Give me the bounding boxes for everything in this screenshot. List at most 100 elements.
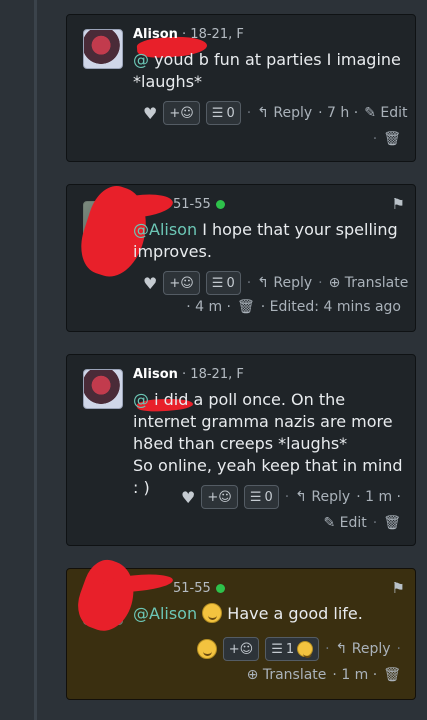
- separator: ·: [372, 515, 378, 531]
- reaction-emoji-icon: [297, 641, 314, 658]
- mention[interactable]: @Alison: [133, 220, 197, 239]
- author-name[interactable]: Alison: [133, 367, 178, 382]
- edited-label: · Edited: 4 mins ago: [260, 299, 401, 315]
- mention[interactable]: @: [133, 390, 149, 409]
- trash-icon[interactable]: 🗑: [383, 667, 401, 683]
- edit-button[interactable]: ✎ Edit: [364, 105, 407, 121]
- comment-card: Alison · 18-21, F @ youd b fun at partie…: [66, 14, 416, 162]
- avatar[interactable]: [83, 369, 123, 409]
- comment-card: Alison · 18-21, F @ i did a poll once. O…: [66, 354, 416, 546]
- comment-body: @ i did a poll once. On the internet gra…: [133, 389, 403, 499]
- online-indicator: [215, 584, 225, 593]
- separator: ·: [318, 275, 323, 291]
- list-button[interactable]: ☰ 1: [265, 637, 320, 661]
- list-icon: ☰: [271, 641, 283, 657]
- mention[interactable]: @Alison: [133, 604, 197, 623]
- separator: ·: [246, 105, 252, 121]
- comment-meta: Alison · 18-21, F: [133, 27, 244, 42]
- comment-card: 51-55 ⚑ @Alison I hope that your spellin…: [66, 179, 416, 332]
- comment-text: h8ed than creeps *laughs*: [133, 434, 348, 453]
- trash-icon[interactable]: 🗑: [237, 299, 255, 315]
- list-button[interactable]: ☰ 0: [243, 485, 279, 509]
- comment-actions: +☺ ☰ 1 · ↰ Reply ·: [196, 637, 401, 661]
- list-count: 1: [285, 641, 295, 657]
- list-icon: ☰: [211, 275, 224, 291]
- author-name[interactable]: Alison: [133, 27, 178, 42]
- author-info: · 18-21, F: [182, 27, 244, 42]
- comment-meta: 51-55: [173, 197, 225, 212]
- edit-button[interactable]: ✎ Edit: [323, 515, 366, 531]
- timestamp: · 4 m ·: [186, 299, 231, 315]
- add-reaction-button[interactable]: +☺: [163, 101, 200, 125]
- reply-label: Reply: [351, 641, 391, 657]
- trash-icon[interactable]: 🗑: [383, 131, 401, 147]
- translate-label: Translate: [262, 667, 327, 683]
- thread-line: [34, 0, 37, 720]
- comment-actions-2: · 4 m · 🗑 · Edited: 4 mins ago: [186, 299, 401, 315]
- reaction-emoji-icon[interactable]: [196, 639, 217, 659]
- add-reaction-button[interactable]: +☺: [201, 485, 238, 509]
- list-count: 0: [226, 105, 235, 121]
- reply-icon: ↰: [295, 489, 307, 505]
- add-reaction-button[interactable]: +☺: [163, 271, 200, 295]
- timestamp: · 7 h ·: [318, 105, 359, 121]
- comment-meta: Alison · 18-21, F: [133, 367, 244, 382]
- eye-roll-emoji-icon: [202, 603, 223, 623]
- edit-label: Edit: [339, 515, 367, 531]
- reply-label: Reply: [311, 489, 351, 505]
- timestamp: · 1 m ·: [332, 667, 378, 683]
- timestamp: · 1 m ·: [356, 489, 401, 505]
- reply-button[interactable]: ↰ Reply: [257, 105, 312, 121]
- redaction-scribble: [70, 554, 144, 638]
- translate-button[interactable]: ⊕ Translate: [329, 275, 409, 291]
- comment-body: @ youd b fun at parties I imagine *laugh…: [133, 49, 403, 93]
- comment-text: i did a poll once. On the: [149, 390, 346, 409]
- separator: ·: [372, 131, 378, 147]
- add-reaction-icon: +☺: [169, 275, 194, 291]
- comment-actions: ♥ +☺ ☰ 0 · ↰ Reply · 1 m ·: [181, 485, 401, 509]
- list-icon: ☰: [249, 489, 262, 505]
- translate-label: Translate: [344, 275, 409, 291]
- add-reaction-icon: +☺: [169, 105, 194, 121]
- comment-body: @Alison Have a good life.: [133, 603, 403, 625]
- author-info: 51-55: [173, 197, 211, 212]
- edit-icon: ✎: [364, 105, 376, 121]
- list-button[interactable]: ☰ 0: [205, 271, 241, 295]
- translate-icon: ⊕: [328, 275, 341, 291]
- comment-meta: 51-55: [173, 581, 225, 596]
- reply-button[interactable]: ↰ Reply: [257, 275, 312, 291]
- online-indicator: [215, 200, 225, 209]
- author-info: · 18-21, F: [182, 367, 244, 382]
- translate-icon: ⊕: [246, 667, 259, 683]
- author-info: 51-55: [173, 581, 211, 596]
- comment-body: @Alison I hope that your spelling improv…: [133, 219, 403, 263]
- comment-actions-2: · 🗑: [373, 131, 401, 147]
- separator: ·: [284, 489, 290, 505]
- trash-icon[interactable]: 🗑: [383, 515, 401, 531]
- add-reaction-icon: +☺: [228, 641, 254, 657]
- heart-icon[interactable]: ♥: [143, 104, 157, 123]
- comment-actions-2: ⊕ Translate · 1 m · 🗑: [247, 667, 401, 683]
- edit-label: Edit: [380, 105, 408, 121]
- flag-icon[interactable]: ⚑: [392, 195, 405, 213]
- heart-icon[interactable]: ♥: [143, 274, 157, 293]
- edit-icon: ✎: [323, 515, 336, 531]
- comment-text: internet gramma nazis are more: [133, 412, 393, 431]
- list-count: 0: [264, 489, 273, 505]
- list-button[interactable]: ☰ 0: [205, 101, 241, 125]
- reply-button[interactable]: ↰ Reply: [295, 489, 350, 505]
- flag-icon[interactable]: ⚑: [392, 579, 405, 597]
- avatar[interactable]: [83, 29, 123, 69]
- reply-icon: ↰: [335, 641, 348, 657]
- comment-text: Have a good life.: [222, 604, 363, 623]
- mention[interactable]: @: [133, 50, 149, 69]
- comment-actions: ♥ +☺ ☰ 0 · ↰ Reply · 7 h · ✎ Edit: [143, 101, 408, 125]
- add-reaction-button[interactable]: +☺: [222, 637, 260, 661]
- reply-button[interactable]: ↰ Reply: [336, 641, 391, 657]
- separator: ·: [396, 641, 401, 657]
- comment-text: youd b fun at parties I imagine *laughs*: [133, 50, 401, 91]
- reply-label: Reply: [273, 275, 313, 291]
- reply-icon: ↰: [257, 105, 269, 121]
- heart-icon[interactable]: ♥: [181, 488, 195, 507]
- translate-button[interactable]: ⊕ Translate: [247, 667, 327, 683]
